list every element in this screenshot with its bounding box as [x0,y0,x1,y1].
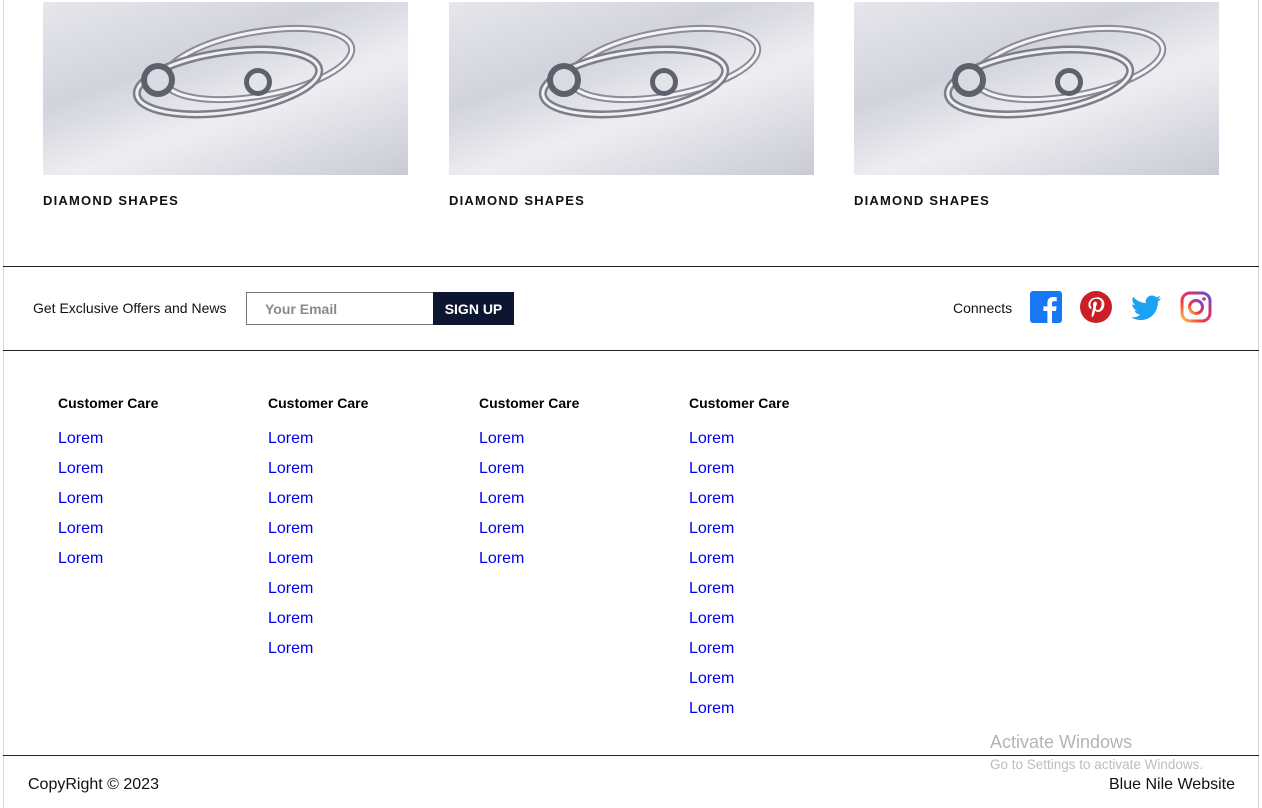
footer-link[interactable]: Lorem [689,634,889,664]
footer-link[interactable]: Lorem [58,544,258,574]
footer-link[interactable]: Lorem [268,634,468,664]
footer-link[interactable]: Lorem [268,454,468,484]
footer-link[interactable]: Lorem [268,484,468,514]
footer-column: Customer Care Lorem Lorem Lorem Lorem Lo… [689,395,889,731]
footer-link[interactable]: Lorem [689,574,889,604]
footer-link[interactable]: Lorem [268,544,468,574]
ring-illustration [538,24,762,119]
footer-link[interactable]: Lorem [689,694,889,724]
footer-link[interactable]: Lorem [268,574,468,604]
email-input[interactable] [246,292,433,325]
ring-image[interactable] [43,2,408,175]
newsletter-label: Get Exclusive Offers and News [33,300,227,316]
divider [3,266,1259,267]
footer-link[interactable]: Lorem [479,544,679,574]
footer-link[interactable]: Lorem [689,604,889,634]
column-title: Customer Care [268,395,369,411]
column-title: Customer Care [689,395,790,411]
site-name: Blue Nile Website [1109,776,1235,793]
footer-link[interactable]: Lorem [689,664,889,694]
windows-watermark-title: Activate Windows [990,732,1133,752]
footer-link[interactable]: Lorem [479,424,679,454]
footer-link[interactable]: Lorem [689,514,889,544]
ring-image[interactable] [854,2,1219,175]
footer-link[interactable]: Lorem [58,484,258,514]
column-title: Customer Care [479,395,580,411]
footer-link[interactable]: Lorem [689,544,889,574]
footer-link[interactable]: Lorem [479,514,679,544]
footer-column: Customer Care Lorem Lorem Lorem Lorem Lo… [58,395,258,581]
product-card[interactable]: DIAMOND SHAPES [449,2,814,208]
footer-column: Customer Care Lorem Lorem Lorem Lorem Lo… [268,395,468,671]
footer-link[interactable]: Lorem [689,484,889,514]
footer-link[interactable]: Lorem [479,484,679,514]
footer-link[interactable]: Lorem [58,514,258,544]
product-card[interactable]: DIAMOND SHAPES [854,2,1219,208]
facebook-icon[interactable] [1030,291,1062,323]
divider [3,350,1259,351]
footer-link[interactable]: Lorem [689,424,889,454]
footer-link[interactable]: Lorem [689,454,889,484]
product-title: DIAMOND SHAPES [854,193,990,208]
instagram-icon[interactable] [1180,291,1212,323]
product-title: DIAMOND SHAPES [449,193,585,208]
footer-column: Customer Care Lorem Lorem Lorem Lorem Lo… [479,395,679,581]
windows-watermark-subtitle: Go to Settings to activate Windows. [990,757,1204,772]
column-title: Customer Care [58,395,159,411]
footer-link[interactable]: Lorem [58,454,258,484]
footer-link[interactable]: Lorem [479,454,679,484]
divider [3,755,1259,756]
twitter-icon[interactable] [1130,291,1162,323]
ring-illustration [943,24,1167,119]
pinterest-icon[interactable] [1080,291,1112,323]
copyright-text: CopyRight © 2023 [28,776,159,793]
footer-link[interactable]: Lorem [268,514,468,544]
signup-button[interactable]: SIGN UP [433,292,514,325]
footer-link[interactable]: Lorem [268,424,468,454]
product-title: DIAMOND SHAPES [43,193,179,208]
ring-image[interactable] [449,2,814,175]
ring-illustration [132,24,356,119]
footer-link[interactable]: Lorem [58,424,258,454]
footer-link[interactable]: Lorem [268,604,468,634]
connects-label: Connects [953,300,1013,316]
product-card[interactable]: DIAMOND SHAPES [43,2,408,208]
